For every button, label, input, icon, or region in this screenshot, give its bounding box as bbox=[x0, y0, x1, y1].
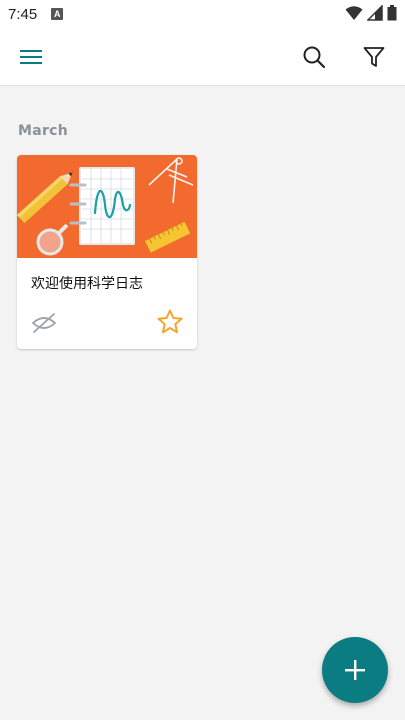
notebook-illustration bbox=[17, 157, 194, 256]
notebook-card[interactable]: 欢迎使用科学日志 bbox=[17, 155, 197, 349]
card-banner bbox=[17, 155, 197, 258]
status-time: 7:45 bbox=[8, 5, 38, 23]
card-title: 欢迎使用科学日志 bbox=[31, 276, 143, 292]
star-icon bbox=[157, 309, 183, 334]
add-icon bbox=[345, 660, 365, 680]
menu-button[interactable] bbox=[16, 42, 46, 72]
search-icon bbox=[303, 46, 326, 69]
battery-icon bbox=[387, 5, 397, 21]
section-title: March bbox=[18, 123, 69, 139]
menu-icon bbox=[20, 50, 42, 64]
filter-button[interactable] bbox=[359, 42, 389, 72]
hidden-toggle[interactable] bbox=[30, 309, 58, 337]
search-button[interactable] bbox=[299, 42, 329, 72]
hidden-icon bbox=[31, 313, 57, 333]
favorite-toggle[interactable] bbox=[156, 308, 184, 336]
status-icons bbox=[345, 5, 397, 21]
wifi-icon bbox=[345, 6, 363, 20]
a-icon: A bbox=[51, 8, 64, 20]
filter-icon bbox=[363, 47, 385, 67]
app-bar bbox=[0, 28, 405, 86]
status-bar: 7:45 A bbox=[0, 0, 405, 28]
signal-icon bbox=[367, 5, 383, 21]
add-notebook-button[interactable] bbox=[322, 637, 388, 703]
